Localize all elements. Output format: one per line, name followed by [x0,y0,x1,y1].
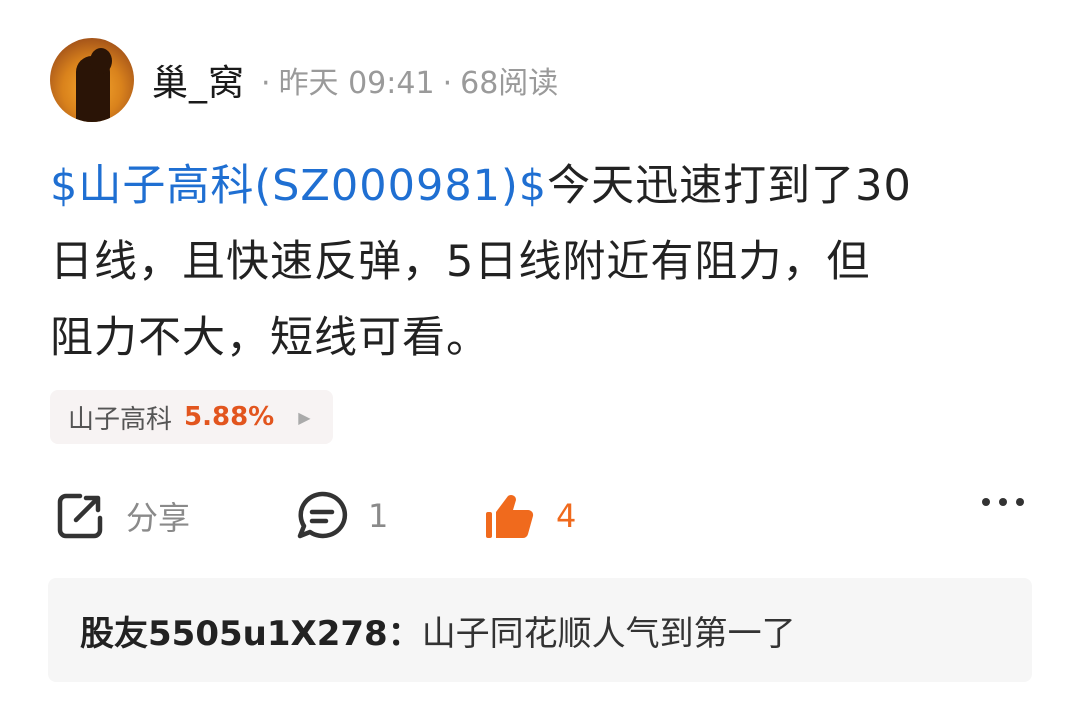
like-count: 4 [556,497,577,535]
more-dot [982,498,990,506]
stock-link[interactable]: $山子高科(SZ000981)$ [50,161,547,211]
comment-count: 1 [368,497,389,535]
post-text-1: 今天迅速打到了30 [547,161,912,211]
share-icon [57,493,103,539]
post-text-3: 阻力不大，短线可看。 [50,313,490,363]
post-time: 昨天 09:41 [278,66,435,101]
stock-chip-change: 5.88% [184,402,275,432]
comment-user[interactable]: 股友5505u1X278： [80,606,422,655]
comment-text: 山子同花顺人气到第一了 [421,613,796,654]
stock-chip[interactable]: 山子高科 5.88% ▶ [50,390,333,444]
post-body: $山子高科(SZ000981)$今天迅速打到了30 日线，且快速反弹，5日线附近… [50,148,1020,376]
more-dot [999,498,1007,506]
thumbs-up-icon [486,495,534,539]
share-button[interactable]: 分享 [52,486,190,546]
play-arrow-icon: ▶ [298,407,311,427]
author-name[interactable]: 巢_窝 [152,54,245,106]
share-label: 分享 [126,499,191,537]
more-options-icon[interactable] [982,498,1024,506]
read-count: 68阅读 [460,66,559,101]
action-bar: 分享 1 4 [0,486,1080,546]
avatar[interactable] [50,38,134,122]
meta-separator: · [261,66,271,101]
more-dot [1016,498,1024,506]
meta-separator: · [442,66,453,101]
comment-button[interactable]: 1 [294,486,388,546]
like-button[interactable]: 4 [482,486,576,546]
stock-chip-name: 山子高科 [68,404,173,435]
comment-preview[interactable]: 股友5505u1X278： 山子同花顺人气到第一了 [48,578,1032,682]
post-text-2: 日线，且快速反弹，5日线附近有阻力，但 [50,237,871,287]
avatar-silhouette-head [90,48,112,74]
post-meta: · 昨天 09:41 · 68阅读 [253,58,558,102]
comment-icon [297,491,348,539]
post-header: 巢_窝 · 昨天 09:41 · 68阅读 [50,38,558,122]
